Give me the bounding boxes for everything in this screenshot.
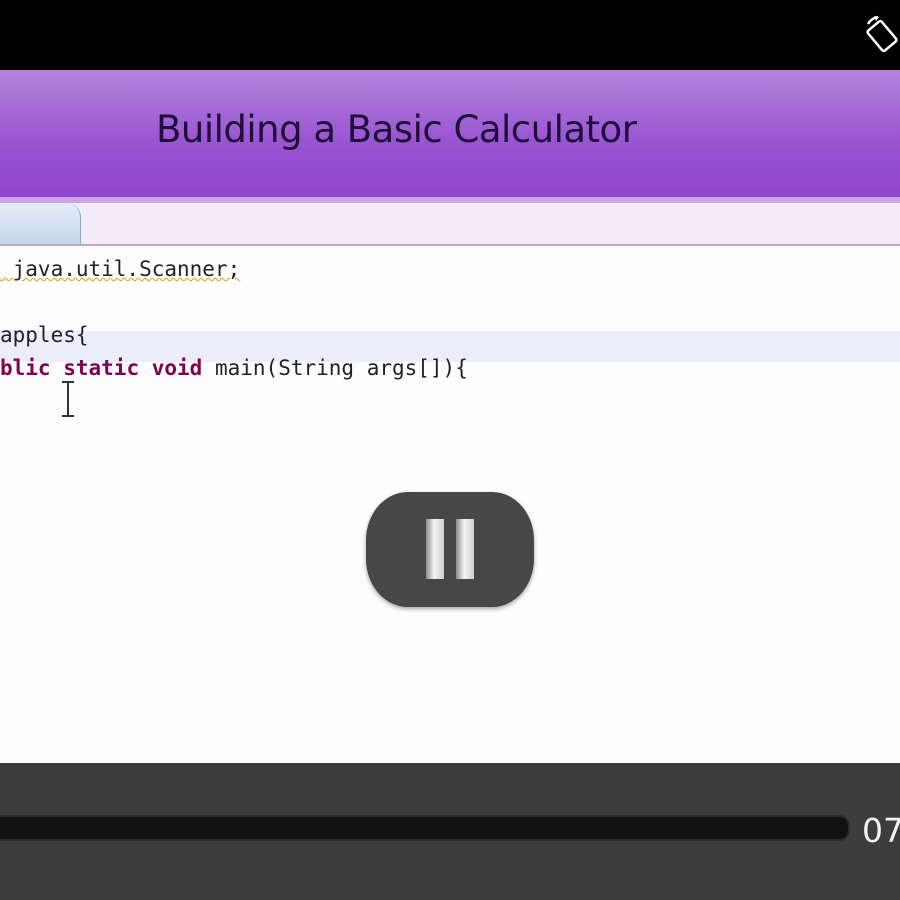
- code-class-text: apples{: [0, 323, 89, 347]
- pause-icon-bar: [456, 519, 474, 579]
- screen-rotate-icon[interactable]: [864, 14, 900, 54]
- code-line-import: java.util.Scanner;: [0, 253, 241, 286]
- status-bar: [0, 0, 900, 70]
- player-controls: 07: [0, 763, 900, 900]
- code-keyword-static: static: [63, 356, 140, 380]
- pause-button[interactable]: [366, 492, 534, 607]
- text-cursor-icon: [62, 381, 74, 417]
- time-label: 07: [862, 811, 900, 850]
- pause-icon: [426, 519, 444, 579]
- video-frame[interactable]: java.util.Scanner; apples{ blic static v…: [0, 203, 900, 763]
- code-keyword-public: blic: [0, 356, 51, 380]
- code-keyword-void: void: [151, 356, 203, 380]
- editor-tab[interactable]: [0, 203, 81, 244]
- page-title: Building a Basic Calculator: [156, 108, 637, 151]
- code-line-class: apples{: [0, 319, 89, 352]
- close-icon[interactable]: [0, 210, 2, 236]
- editor-tab-strip: [0, 203, 900, 246]
- seek-bar[interactable]: [0, 815, 850, 841]
- code-main-text: main(String args[]){: [214, 356, 468, 380]
- code-import-text: java.util.Scanner;: [0, 257, 241, 281]
